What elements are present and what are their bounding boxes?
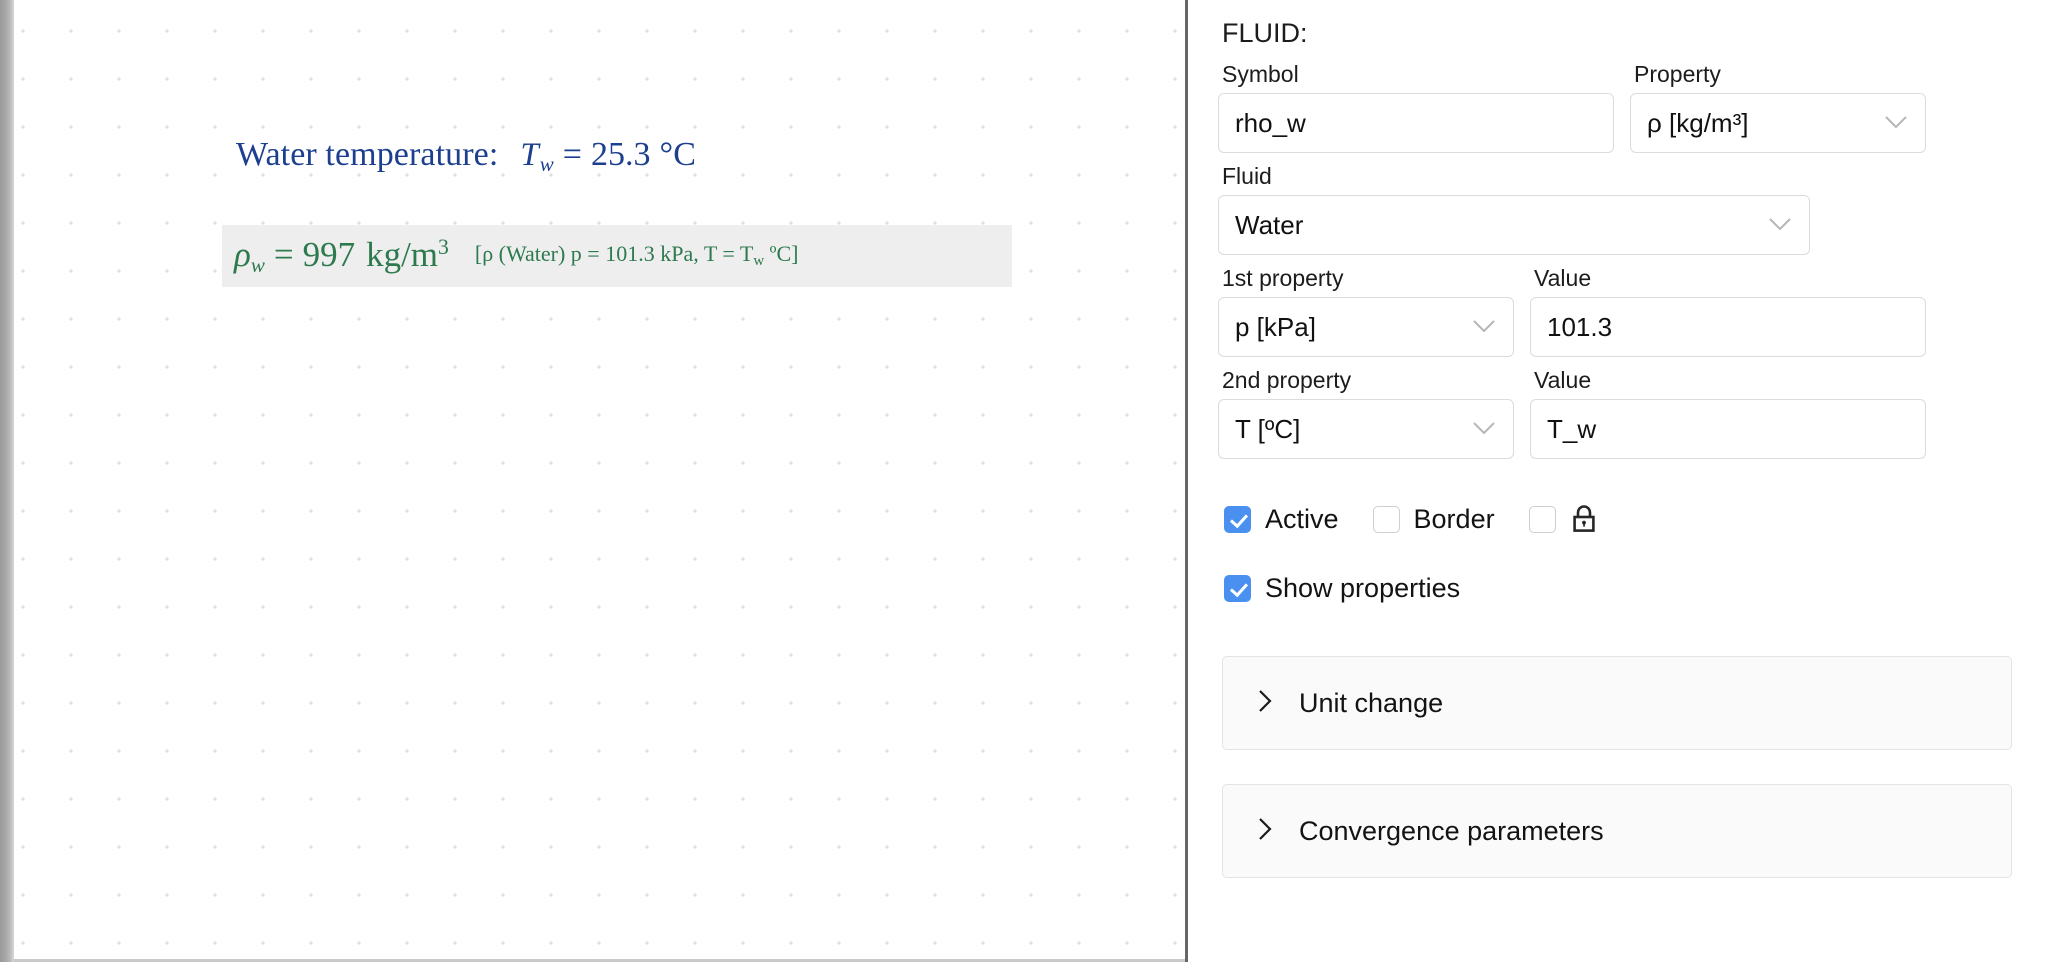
first-property-select[interactable]: p [kPa]: [1218, 297, 1514, 357]
second-value-field-group: Value T_w: [1530, 361, 1926, 459]
symbol-property-row: Symbol rho_w Property ρ [kg/m³]: [1218, 55, 2008, 157]
accordion-convergence-parameters[interactable]: Convergence parameters: [1222, 784, 2012, 878]
accordion-unit-change-label: Unit change: [1299, 687, 1444, 718]
result-unit: kg/m: [366, 234, 439, 274]
property-field-group: Property ρ [kg/m³]: [1630, 55, 1926, 153]
second-value-label: Value: [1534, 367, 1592, 393]
fluid-field-group: Fluid Water: [1218, 163, 2008, 255]
fluid-label: Fluid: [1222, 163, 1272, 189]
first-value-input[interactable]: 101.3: [1530, 297, 1926, 357]
first-property-select-value: p [kPa]: [1235, 311, 1316, 342]
symbol-field-group: Symbol rho_w: [1218, 55, 1614, 153]
result-annotation: [ρ (Water) p = 101.3 kPa, T = Tw ºC]: [449, 243, 799, 269]
second-value-input-value: T_w: [1547, 413, 1597, 444]
fluid-select-value: Water: [1235, 209, 1304, 240]
result-equals-sign: =: [273, 234, 294, 274]
second-property-label: 2nd property: [1222, 367, 1352, 393]
fluid-select[interactable]: Water: [1218, 195, 1810, 255]
options-checkbox-row: Active Border: [1224, 503, 2008, 535]
result-symbol-subscript: w: [250, 252, 265, 277]
panel-title: FLUID:: [1222, 18, 1308, 48]
result-symbol: ρ: [234, 234, 251, 274]
border-checkbox-item[interactable]: Border: [1372, 503, 1495, 535]
document-canvas[interactable]: Water temperature: Tw = 25.3 °C ρw = 997 kg/m3 …: [14, 0, 1185, 962]
first-value-input-value: 101.3: [1547, 311, 1613, 342]
accordion-unit-change[interactable]: Unit change: [1222, 656, 2012, 750]
chevron-down-icon: [1883, 112, 1909, 134]
active-checkbox[interactable]: [1224, 505, 1251, 533]
density-result-equation: ρw = 997 kg/m3: [234, 234, 449, 277]
show-properties-label: Show properties: [1265, 573, 1461, 603]
second-property-select[interactable]: T [ºC]: [1218, 399, 1514, 459]
heading-variable: T: [520, 137, 539, 173]
property-label: Property: [1634, 61, 1721, 87]
result-value: 997: [302, 234, 356, 274]
first-property-label: 1st property: [1222, 265, 1344, 291]
first-property-row: 1st property p [kPa] Value 101.3: [1218, 259, 2008, 361]
heading-value: 25.3: [590, 136, 651, 173]
chevron-down-icon: [1471, 418, 1497, 440]
chevron-right-icon: [1257, 688, 1273, 718]
show-properties-checkbox-item[interactable]: Show properties: [1224, 573, 1460, 604]
left-scroll-rail[interactable]: [0, 0, 14, 962]
app-root: Water temperature: Tw = 25.3 °C ρw = 997 kg/m3 …: [0, 0, 2048, 962]
symbol-input[interactable]: rho_w: [1218, 93, 1614, 153]
heading-equals-sign: =: [562, 136, 582, 173]
lock-checkbox[interactable]: [1528, 505, 1556, 533]
chevron-down-icon: [1471, 316, 1497, 338]
second-property-select-value: T [ºC]: [1235, 413, 1301, 444]
heading-variable-subscript: w: [539, 151, 554, 176]
result-unit-exponent: 3: [438, 234, 449, 259]
result-highlight-band[interactable]: ρw = 997 kg/m3 [ρ (Water) p = 101.3 kPa, T …: [222, 225, 1012, 287]
property-select[interactable]: ρ [kg/m³]: [1630, 93, 1926, 153]
border-checkbox-label: Border: [1413, 503, 1495, 534]
symbol-input-value: rho_w: [1235, 107, 1306, 138]
fluid-properties-panel: FLUID: Symbol rho_w Property ρ [kg/m³] F…: [1188, 0, 2048, 962]
property-select-value: ρ [kg/m³]: [1647, 107, 1749, 138]
heading-unit: °C: [659, 136, 697, 173]
first-value-label: Value: [1534, 265, 1592, 291]
chevron-down-icon: [1767, 214, 1793, 236]
result-annotation-subscript: w: [753, 252, 765, 269]
second-value-input[interactable]: T_w: [1530, 399, 1926, 459]
water-temperature-heading[interactable]: Water temperature: Tw = 25.3 °C: [236, 138, 696, 175]
lock-icon: [1570, 503, 1598, 535]
second-property-field-group: 2nd property T [ºC]: [1218, 361, 1514, 459]
accordion-convergence-parameters-label: Convergence parameters: [1299, 815, 1604, 846]
first-value-field-group: Value 101.3: [1530, 259, 1926, 357]
chevron-right-icon: [1257, 816, 1273, 846]
first-property-field-group: 1st property p [kPa]: [1218, 259, 1514, 357]
border-checkbox[interactable]: [1372, 505, 1400, 533]
second-property-row: 2nd property T [ºC] Value T_w: [1218, 361, 2008, 463]
heading-label-text: Water temperature:: [236, 136, 499, 173]
active-checkbox-label: Active: [1265, 503, 1339, 534]
symbol-label: Symbol: [1222, 61, 1299, 87]
active-checkbox-item[interactable]: Active: [1224, 504, 1339, 535]
result-annotation-open: [ρ (Water) p = 101.3 kPa, T = T: [474, 241, 754, 267]
show-properties-checkbox[interactable]: [1224, 575, 1251, 602]
show-properties-row: Show properties: [1224, 573, 2008, 604]
result-annotation-close: ºC]: [764, 241, 799, 267]
lock-checkbox-item[interactable]: [1528, 503, 1598, 535]
